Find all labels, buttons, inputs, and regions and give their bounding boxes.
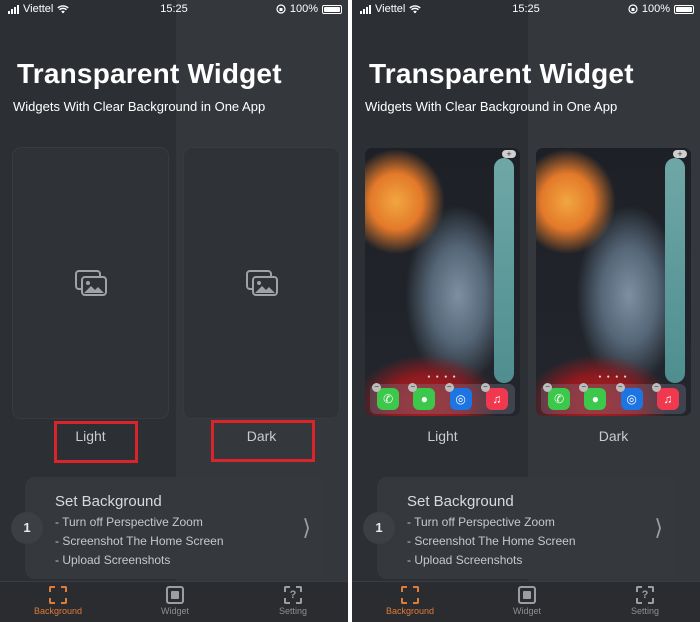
remove-icon: − bbox=[543, 383, 553, 392]
instruction-line: - Screenshot The Home Screen bbox=[407, 534, 576, 548]
dark-option-card[interactable] bbox=[184, 148, 339, 418]
tab-label: Widget bbox=[512, 606, 541, 616]
music-app-icon: − ♫ bbox=[480, 383, 508, 410]
teal-widget-strip bbox=[665, 158, 685, 383]
dock: − ✆ − ● − ◎ − ♫ bbox=[370, 383, 515, 414]
teal-widget-strip bbox=[494, 158, 514, 383]
battery-percent: 100% bbox=[641, 3, 670, 15]
setting-icon: ? bbox=[636, 586, 654, 604]
step-number-badge: 1 bbox=[11, 512, 43, 544]
widget-icon bbox=[166, 586, 184, 604]
set-background-card[interactable]: Set Background - Turn off Perspective Zo… bbox=[377, 477, 677, 579]
step-number-badge: 1 bbox=[363, 512, 395, 544]
status-bar: Viettel 15:25 100% bbox=[0, 0, 348, 18]
setting-icon: ? bbox=[284, 586, 302, 604]
light-option-card[interactable] bbox=[13, 148, 168, 418]
status-bar: Viettel 15:25 100% bbox=[352, 0, 700, 18]
dock: − ✆ − ● − ◎ − ♫ bbox=[541, 383, 686, 414]
add-icon: + bbox=[673, 150, 687, 159]
page-title: Transparent Widget bbox=[17, 58, 282, 89]
remove-icon: − bbox=[444, 383, 454, 392]
instruction-line: - Upload Screenshots bbox=[407, 553, 523, 567]
tab-label: Background bbox=[33, 606, 83, 616]
orientation-lock-icon bbox=[628, 4, 638, 14]
chevron-right-icon[interactable]: ⟩ bbox=[302, 515, 311, 541]
tab-setting[interactable]: ? Setting bbox=[605, 586, 685, 616]
phone-screen-left: Viettel 15:25 100% Transparent Widget Wi… bbox=[0, 0, 348, 622]
image-placeholder-icon bbox=[245, 270, 278, 296]
add-icon: + bbox=[502, 150, 516, 159]
chevron-right-icon[interactable]: ⟩ bbox=[654, 515, 663, 541]
instruction-line: - Upload Screenshots bbox=[55, 553, 171, 567]
instruction-line: - Screenshot The Home Screen bbox=[55, 534, 224, 548]
remove-icon: − bbox=[408, 383, 418, 392]
background-icon bbox=[401, 586, 419, 604]
status-right: 100% bbox=[628, 3, 694, 15]
tab-setting[interactable]: ? Setting bbox=[253, 586, 333, 616]
dark-highlight-box bbox=[211, 420, 315, 462]
tab-label: Setting bbox=[630, 606, 660, 616]
page-subtitle: Widgets With Clear Background in One App bbox=[13, 99, 266, 114]
tab-label: Setting bbox=[278, 606, 308, 616]
tab-label: Background bbox=[385, 606, 435, 616]
remove-icon: − bbox=[615, 383, 625, 392]
phone-app-icon: − ✆ bbox=[372, 383, 400, 410]
page-dots: ● ● ● ● bbox=[598, 374, 629, 380]
orientation-lock-icon bbox=[276, 4, 286, 14]
tab-widget[interactable]: Widget bbox=[135, 586, 215, 616]
safari-app-icon: − ◎ bbox=[615, 383, 643, 410]
tab-bar: Background Widget ? Setting bbox=[352, 581, 700, 622]
tab-background[interactable]: Background bbox=[18, 586, 98, 616]
remove-icon: − bbox=[651, 383, 661, 392]
remove-icon: − bbox=[372, 383, 382, 392]
phone-screen-right: Viettel 15:25 100% Transparent Widget Wi… bbox=[352, 0, 700, 622]
light-highlight-box bbox=[54, 421, 138, 463]
set-background-card[interactable]: Set Background - Turn off Perspective Zo… bbox=[25, 477, 325, 579]
page-title: Transparent Widget bbox=[369, 58, 634, 89]
phone-app-icon: − ✆ bbox=[543, 383, 571, 410]
battery-icon bbox=[674, 4, 694, 14]
status-right: 100% bbox=[276, 3, 342, 15]
set-background-heading: Set Background bbox=[407, 493, 514, 510]
light-label: Light bbox=[427, 428, 458, 444]
page-dots: ● ● ● ● bbox=[427, 374, 458, 380]
remove-icon: − bbox=[579, 383, 589, 392]
battery-percent: 100% bbox=[289, 3, 318, 15]
messages-app-icon: − ● bbox=[408, 383, 436, 410]
tab-background[interactable]: Background bbox=[370, 586, 450, 616]
set-background-heading: Set Background bbox=[55, 493, 162, 510]
battery-icon bbox=[322, 4, 342, 14]
tab-widget[interactable]: Widget bbox=[487, 586, 567, 616]
dark-wallpaper-preview[interactable]: + ● ● ● ● − ✆ − ● − ◎ − ♫ bbox=[536, 148, 691, 416]
dark-label: Dark bbox=[598, 428, 629, 444]
image-placeholder-icon bbox=[74, 270, 107, 296]
background-icon bbox=[49, 586, 67, 604]
music-app-icon: − ♫ bbox=[651, 383, 679, 410]
instruction-line: - Turn off Perspective Zoom bbox=[407, 515, 555, 529]
widget-icon bbox=[518, 586, 536, 604]
safari-app-icon: − ◎ bbox=[444, 383, 472, 410]
tab-bar: Background Widget ? Setting bbox=[0, 581, 348, 622]
messages-app-icon: − ● bbox=[579, 383, 607, 410]
tab-label: Widget bbox=[160, 606, 189, 616]
remove-icon: − bbox=[480, 383, 490, 392]
instruction-line: - Turn off Perspective Zoom bbox=[55, 515, 203, 529]
page-subtitle: Widgets With Clear Background in One App bbox=[365, 99, 618, 114]
light-wallpaper-preview[interactable]: + ● ● ● ● − ✆ − ● − ◎ − ♫ bbox=[365, 148, 520, 416]
